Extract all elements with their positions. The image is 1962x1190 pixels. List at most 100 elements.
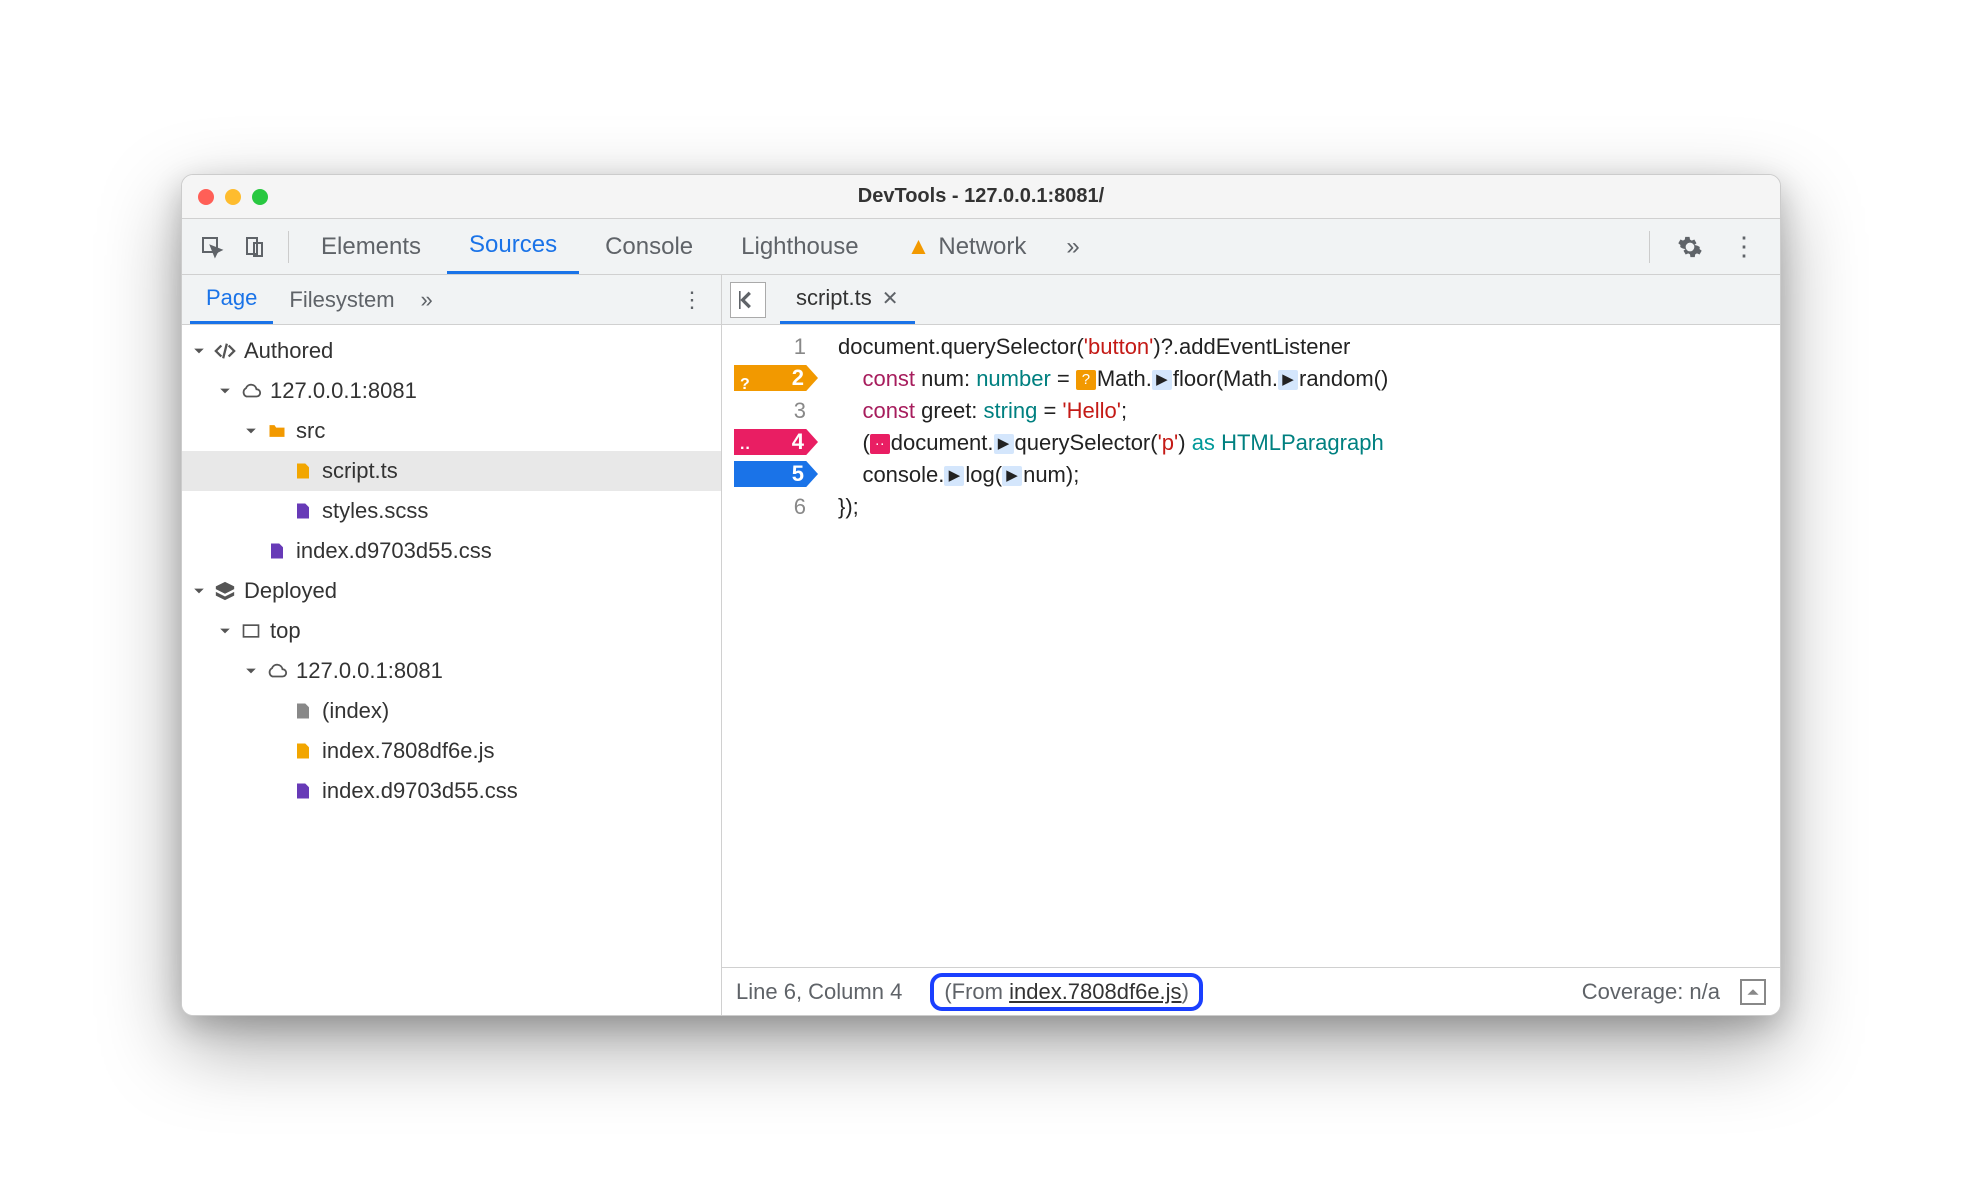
close-window-button[interactable] (198, 189, 214, 205)
minimize-window-button[interactable] (225, 189, 241, 205)
show-drawer-icon[interactable] (1740, 979, 1766, 1005)
chevron-down-icon (192, 584, 206, 598)
tree-label: script.ts (322, 458, 398, 484)
sourcemap-from-link[interactable]: (From index.7808df6e.js) (930, 973, 1203, 1011)
tab-console[interactable]: Console (583, 219, 715, 274)
editor-tab-script-ts[interactable]: script.ts ✕ (780, 275, 915, 324)
code-content[interactable]: document.querySelector('button')?.addEve… (818, 325, 1780, 967)
tree-file-index[interactable]: (index) (182, 691, 721, 731)
code-line[interactable]: const num: number = ?Math.▶floor(Math.▶r… (838, 363, 1780, 395)
devtools-window: DevTools - 127.0.0.1:8081/ Elements Sour… (181, 174, 1781, 1016)
breakpoint-marker[interactable]: 4·· (734, 429, 818, 455)
tree-file-index-css-deployed[interactable]: index.d9703d55.css (182, 771, 721, 811)
window-title: DevTools - 127.0.0.1:8081/ (182, 185, 1780, 208)
line-gutter: 12? 34·· 5 6 (722, 325, 818, 967)
tab-sources[interactable]: Sources (447, 219, 579, 274)
chevron-down-icon (192, 344, 206, 358)
tree-label: index.d9703d55.css (296, 538, 492, 564)
navigate-back-button[interactable] (730, 282, 766, 318)
css-file-icon (266, 540, 288, 562)
tree-label: Deployed (244, 578, 337, 604)
tree-host[interactable]: 127.0.0.1:8081 (182, 371, 721, 411)
tree-label: 127.0.0.1:8081 (296, 658, 443, 684)
tree-label: top (270, 618, 301, 644)
maximize-window-button[interactable] (252, 189, 268, 205)
code-line[interactable]: }); (838, 491, 1780, 523)
gutter-line[interactable]: 6 (722, 491, 818, 523)
inline-annotation: ▶ (994, 434, 1014, 454)
separator (288, 231, 289, 263)
inline-annotation: ▶ (1152, 370, 1172, 390)
cursor-position: Line 6, Column 4 (736, 979, 902, 1005)
navigator-tab-filesystem[interactable]: Filesystem (273, 275, 410, 324)
js-file-icon (292, 740, 314, 762)
cloud-icon (266, 660, 288, 682)
gutter-line[interactable]: 4·· (722, 427, 818, 459)
tree-file-index-js[interactable]: index.7808df6e.js (182, 731, 721, 771)
code-icon (214, 340, 236, 362)
tree-label: 127.0.0.1:8081 (270, 378, 417, 404)
gutter-line[interactable]: 5 (722, 459, 818, 491)
document-icon (292, 700, 314, 722)
inline-annotation: ▶ (1002, 466, 1022, 486)
traffic-lights (198, 189, 268, 205)
tree-host-deployed[interactable]: 127.0.0.1:8081 (182, 651, 721, 691)
frame-icon (240, 620, 262, 642)
tree-top[interactable]: top (182, 611, 721, 651)
warning-icon: ▲ (907, 233, 931, 261)
gutter-line[interactable]: 1 (722, 331, 818, 363)
tree-group-authored[interactable]: Authored (182, 331, 721, 371)
inline-annotation: ▶ (944, 466, 964, 486)
cloud-icon (240, 380, 262, 402)
editor-pane: script.ts ✕ 12? 34·· 5 6 document.querySele… (722, 275, 1780, 1015)
main-toolbar: Elements Sources Console Lighthouse ▲ Ne… (182, 219, 1780, 275)
tab-network[interactable]: ▲ Network (885, 219, 1049, 274)
settings-icon[interactable] (1672, 229, 1708, 265)
tree-file-script-ts[interactable]: script.ts (182, 451, 721, 491)
navigator-kebab-icon[interactable]: ⋮ (671, 287, 713, 313)
code-line[interactable]: const greet: string = 'Hello'; (838, 395, 1780, 427)
chevron-down-icon (244, 424, 258, 438)
css-file-icon (292, 780, 314, 802)
tree-label: styles.scss (322, 498, 428, 524)
tree-label: index.d9703d55.css (322, 778, 518, 804)
titlebar: DevTools - 127.0.0.1:8081/ (182, 175, 1780, 219)
gutter-line[interactable]: 2? (722, 363, 818, 395)
code-editor[interactable]: 12? 34·· 5 6 document.querySelector('button… (722, 325, 1780, 967)
inline-annotation: ? (1076, 370, 1096, 390)
editor-statusbar: Line 6, Column 4 (From index.7808df6e.js… (722, 967, 1780, 1015)
file-tree: Authored 127.0.0.1:8081 src script.ts (182, 325, 721, 1015)
chevron-down-icon (218, 384, 232, 398)
kebab-menu-icon[interactable]: ⋮ (1726, 229, 1762, 265)
chevron-down-icon (244, 664, 258, 678)
deployed-icon (214, 580, 236, 602)
gutter-line[interactable]: 3 (722, 395, 818, 427)
navigator-more-button[interactable]: » (411, 287, 443, 313)
breakpoint-marker[interactable]: 5 (734, 461, 818, 487)
folder-icon (266, 420, 288, 442)
code-line[interactable]: console.▶log(▶num); (838, 459, 1780, 491)
breakpoint-marker[interactable]: 2? (734, 365, 818, 391)
tree-file-index-css[interactable]: index.d9703d55.css (182, 531, 721, 571)
inspect-element-icon[interactable] (194, 229, 230, 265)
close-tab-icon[interactable]: ✕ (882, 286, 899, 311)
device-toggle-icon[interactable] (236, 229, 272, 265)
tree-label: Authored (244, 338, 333, 364)
navigator-tab-page[interactable]: Page (190, 275, 273, 324)
code-line[interactable]: document.querySelector('button')?.addEve… (838, 331, 1780, 363)
navigator-tabs: Page Filesystem » ⋮ (182, 275, 721, 325)
panel-tabs: Elements Sources Console Lighthouse ▲ Ne… (299, 219, 1048, 274)
separator (1649, 231, 1650, 263)
content: Page Filesystem » ⋮ Authored 127.0.0.1:8… (182, 275, 1780, 1015)
chevron-down-icon (218, 624, 232, 638)
css-file-icon (292, 500, 314, 522)
tab-elements[interactable]: Elements (299, 219, 443, 274)
tree-file-styles-scss[interactable]: styles.scss (182, 491, 721, 531)
tree-folder-src[interactable]: src (182, 411, 721, 451)
tree-group-deployed[interactable]: Deployed (182, 571, 721, 611)
tree-label: index.7808df6e.js (322, 738, 494, 764)
tab-lighthouse[interactable]: Lighthouse (719, 219, 880, 274)
code-line[interactable]: (··document.▶querySelector('p') as HTMLP… (838, 427, 1780, 459)
more-tabs-button[interactable]: » (1056, 233, 1089, 261)
navigator-sidebar: Page Filesystem » ⋮ Authored 127.0.0.1:8… (182, 275, 722, 1015)
